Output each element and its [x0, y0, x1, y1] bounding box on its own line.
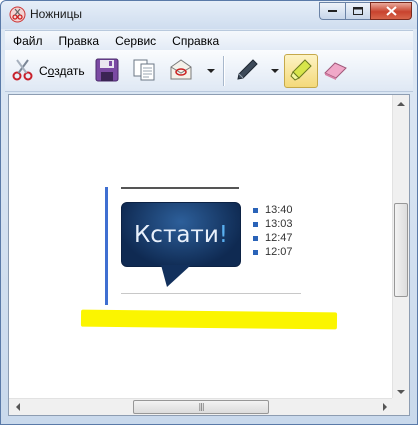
pen-button[interactable] [233, 56, 261, 86]
snip-divider [121, 293, 301, 294]
bullet-icon [253, 221, 258, 227]
new-snip-button[interactable]: Создать [11, 56, 85, 86]
bubble-word: Кстати [133, 221, 219, 248]
scrollbar-corner [392, 398, 409, 415]
highlighter-button[interactable] [284, 54, 318, 88]
eraser-button[interactable] [321, 56, 349, 86]
menu-help[interactable]: Справка [164, 34, 227, 48]
caption-buttons [319, 2, 412, 20]
vertical-scroll-thumb[interactable] [394, 203, 408, 297]
time-list: 13:40 13:03 12:47 12:07 [253, 203, 293, 259]
toolbar-separator [223, 56, 224, 86]
envelope-icon [169, 58, 193, 85]
arrow-left-icon [15, 403, 20, 411]
scissors-icon [11, 58, 35, 85]
toolbar: Создать [5, 50, 413, 92]
snip-accent-bar [105, 187, 108, 305]
pen-options-dropdown[interactable] [269, 56, 281, 86]
scissors-app-icon [9, 6, 26, 23]
highlighter-stroke [80, 309, 338, 330]
close-icon [385, 6, 397, 16]
time-label: 13:03 [265, 218, 293, 230]
bullet-icon [253, 249, 258, 255]
list-item: 13:03 [253, 217, 293, 231]
bullet-icon [253, 235, 258, 241]
horizontal-scrollbar[interactable]: ||| [9, 398, 393, 415]
copy-button[interactable] [130, 56, 158, 86]
new-snip-label: Создать [39, 64, 85, 78]
window-title: Ножницы [30, 7, 83, 21]
new-label-prefix: С [39, 64, 48, 78]
pen-icon [235, 58, 259, 85]
copy-icon [132, 58, 156, 85]
save-button[interactable] [93, 56, 121, 86]
bubble-tail [161, 265, 191, 287]
time-label: 12:07 [265, 246, 293, 258]
scroll-right-button[interactable] [376, 399, 393, 415]
time-label: 12:47 [265, 232, 293, 244]
grip-icon: ||| [198, 402, 204, 411]
time-label: 13:40 [265, 204, 293, 216]
scroll-up-button[interactable] [393, 95, 409, 112]
scroll-left-button[interactable] [9, 399, 26, 415]
chevron-down-icon [207, 69, 215, 73]
arrow-up-icon [397, 101, 405, 106]
bubble-exclamation: ! [218, 221, 229, 248]
vertical-scrollbar[interactable] [392, 95, 409, 400]
title-bar[interactable]: Ножницы [1, 1, 417, 29]
snipping-tool-window: Ножницы Файл Правка Сервис Справка Созда… [0, 0, 418, 425]
arrow-down-icon [397, 389, 405, 394]
menu-file[interactable]: Файл [5, 34, 51, 48]
bubble-text: Кстати! [134, 222, 228, 248]
maximize-button[interactable] [345, 2, 370, 20]
snip-canvas[interactable]: Кстати! 13:40 13:03 12:47 12:07 ||| [8, 94, 410, 416]
close-button[interactable] [370, 2, 412, 20]
bullet-icon [253, 207, 258, 213]
highlighter-icon [289, 58, 313, 85]
chevron-down-icon [271, 69, 279, 73]
minimize-button[interactable] [319, 2, 345, 20]
floppy-disk-icon [95, 58, 119, 85]
send-snip-button[interactable] [167, 56, 195, 86]
menu-bar: Файл Правка Сервис Справка [5, 30, 413, 50]
new-label-suffix: здать [54, 64, 85, 78]
list-item: 12:47 [253, 231, 293, 245]
speech-bubble: Кстати! [121, 202, 241, 267]
snip-top-edge [121, 187, 239, 189]
arrow-right-icon [382, 403, 387, 411]
menu-tools[interactable]: Сервис [107, 34, 164, 48]
maximize-icon [352, 6, 363, 15]
eraser-icon [322, 60, 348, 83]
menu-edit[interactable]: Правка [51, 34, 108, 48]
horizontal-scroll-thumb[interactable]: ||| [133, 400, 269, 414]
list-item: 12:07 [253, 245, 293, 259]
send-options-dropdown[interactable] [205, 56, 217, 86]
minimize-icon [327, 10, 337, 12]
list-item: 13:40 [253, 203, 293, 217]
